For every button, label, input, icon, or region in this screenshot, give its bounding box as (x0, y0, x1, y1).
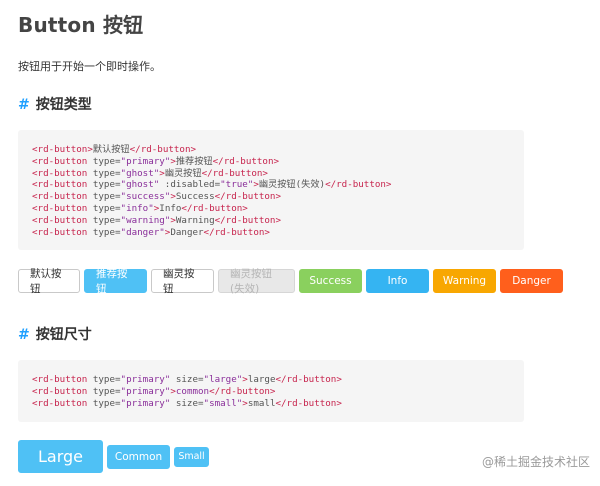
anchor-hash-icon[interactable]: # (18, 327, 30, 343)
code-token: <rd-button (32, 202, 93, 214)
code-block-sizes: <rd-button type="primary" size="large">l… (18, 360, 524, 422)
code-token: type= (92, 214, 121, 226)
info-button[interactable]: Info (366, 269, 429, 293)
code-token: common (175, 385, 210, 397)
code-token: </rd-button> (214, 214, 281, 226)
code-token: 推荐按钮 (175, 155, 213, 167)
code-token: <rd-button (32, 155, 93, 167)
code-token: type= (92, 202, 121, 214)
code-token: </rd-button> (212, 155, 280, 167)
code-token: small (247, 397, 276, 409)
code-line: <rd-button type="warning">Warning</rd-bu… (32, 215, 510, 227)
code-token: "primary" (120, 155, 171, 167)
code-token: Success (175, 191, 215, 203)
small-button[interactable]: Small (174, 446, 209, 467)
code-token: type= (92, 179, 121, 191)
code-token: Danger (170, 226, 204, 238)
section-title-types: 按钮类型 (35, 97, 92, 113)
section-title-sizes: 按钮尺寸 (35, 327, 92, 343)
code-line: <rd-button type="primary">common</rd-but… (32, 386, 510, 398)
danger-button[interactable]: Danger (500, 269, 563, 293)
code-token: type= (92, 226, 121, 238)
code-token: Info (159, 202, 182, 214)
code-line: <rd-button type="success">Success</rd-bu… (32, 191, 510, 203)
code-line: <rd-button type="danger">Danger</rd-butt… (32, 227, 510, 239)
type-buttons-row: 默认按钮 推荐按钮 幽灵按钮 幽灵按钮(失效) Success Info War… (18, 268, 567, 295)
code-token: "primary" (120, 374, 171, 385)
code-token: </rd-button> (214, 191, 281, 203)
ghost-disabled-button: 幽灵按钮(失效) (218, 268, 295, 295)
code-token: 默认按钮 (92, 144, 130, 155)
code-token: size= (170, 397, 204, 409)
code-line: <rd-button type="info">Info</rd-button> (32, 203, 510, 215)
code-token: type= (92, 155, 121, 167)
primary-button[interactable]: 推荐按钮 (84, 268, 147, 295)
page-description: 按钮用于开始一个即时操作。 (18, 60, 161, 73)
code-token: <rd-button (32, 226, 93, 238)
section-heading-sizes: # 按钮尺寸 (18, 324, 92, 344)
code-token: "info" (120, 202, 154, 214)
code-token: large (247, 374, 276, 385)
default-button[interactable]: 默认按钮 (18, 268, 80, 295)
code-token: "primary" (120, 397, 171, 409)
code-line: <rd-button type="primary" size="large">l… (32, 374, 510, 386)
code-token: "danger" (120, 226, 165, 238)
code-token: </rd-button> (181, 202, 248, 214)
code-token: Warning (175, 214, 215, 226)
code-token: "warning" (120, 214, 171, 226)
code-token: "primary" (120, 385, 171, 397)
code-token: "success" (120, 191, 171, 203)
code-token: <rd-button (32, 397, 93, 409)
code-token: type= (92, 374, 121, 385)
code-block-types: <rd-button>默认按钮</rd-button> <rd-button ty… (18, 130, 524, 250)
code-token: "ghost" (120, 179, 160, 191)
code-token: 幽灵按钮(失效) (258, 179, 326, 191)
code-token: <rd-button (32, 179, 93, 191)
code-token: </rd-button> (325, 179, 392, 191)
code-token: type= (92, 385, 121, 397)
code-token: type= (92, 191, 121, 203)
common-button[interactable]: Common (107, 444, 170, 469)
code-token: </rd-button> (209, 385, 276, 397)
code-token: <rd-button (32, 374, 93, 385)
section-heading-types: # 按钮类型 (18, 94, 92, 114)
code-token: <rd-button (32, 385, 93, 397)
code-token: <rd-button (32, 214, 93, 226)
code-token: </rd-button> (201, 167, 268, 179)
ghost-button[interactable]: 幽灵按钮 (151, 268, 214, 295)
code-token: <rd-button (32, 167, 93, 179)
code-token: </rd-button> (275, 397, 342, 409)
code-token: <rd-button (32, 144, 88, 155)
code-line: <rd-button type="primary">推荐按钮</rd-butto… (32, 156, 510, 168)
warning-button[interactable]: Warning (433, 269, 496, 293)
code-token: 幽灵按钮 (164, 167, 202, 179)
code-token: </rd-button> (203, 226, 270, 238)
page-title: Button 按钮 (18, 13, 144, 37)
code-token: <rd-button (32, 191, 93, 203)
code-token: :disabled= (159, 179, 221, 191)
code-token: </rd-button> (129, 144, 197, 155)
size-buttons-row: Large Common Small (18, 440, 213, 473)
code-token: size= (170, 374, 204, 385)
code-line: <rd-button>默认按钮</rd-button> (32, 144, 510, 156)
code-token: type= (92, 397, 121, 409)
code-line: <rd-button type="primary" size="small">s… (32, 398, 510, 410)
large-button[interactable]: Large (18, 440, 103, 473)
code-token: "large" (203, 374, 243, 385)
watermark: @稀土掘金技术社区 (481, 455, 590, 469)
code-token: type= (92, 167, 121, 179)
code-token: </rd-button> (275, 374, 342, 385)
success-button[interactable]: Success (299, 269, 362, 293)
code-token: "true" (220, 179, 254, 191)
code-line: <rd-button type="ghost" :disabled="true"… (32, 179, 510, 191)
code-token: "small" (203, 397, 243, 409)
code-line: <rd-button type="ghost">幽灵按钮</rd-button> (32, 168, 510, 180)
anchor-hash-icon[interactable]: # (18, 97, 30, 113)
code-token: "ghost" (120, 167, 160, 179)
